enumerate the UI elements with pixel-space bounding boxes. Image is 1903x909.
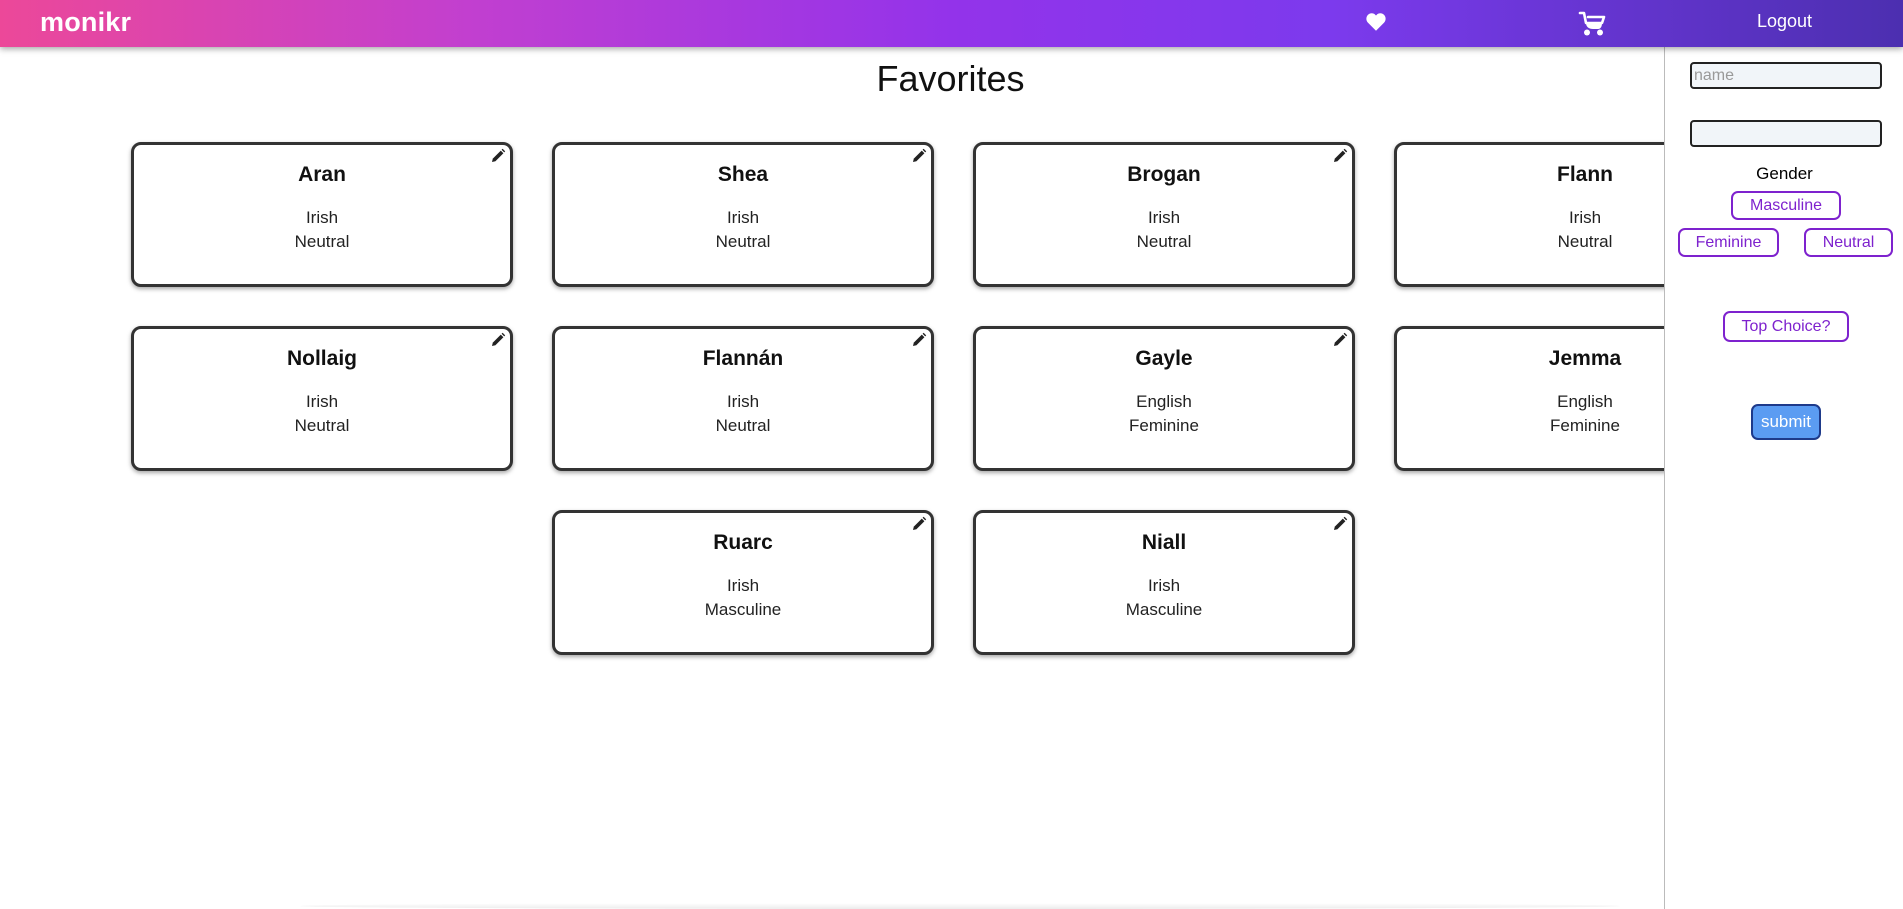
name-input[interactable] <box>1690 62 1882 89</box>
name-card[interactable]: Shea Irish Neutral <box>552 142 934 287</box>
card-gender: Neutral <box>715 232 771 251</box>
heart-icon[interactable] <box>1365 11 1387 33</box>
name-card[interactable]: Nollaig Irish Neutral <box>131 326 513 471</box>
card-gender: Neutral <box>294 232 350 251</box>
card-origin: Irish <box>1147 576 1181 595</box>
card-origin: Irish <box>305 208 339 227</box>
card-origin: Irish <box>726 576 760 595</box>
pencil-icon[interactable] <box>1332 148 1348 164</box>
card-name: Aran <box>298 163 346 186</box>
gender-neutral-button[interactable]: Neutral <box>1804 228 1893 257</box>
pencil-icon[interactable] <box>490 148 506 164</box>
top-navbar: monikr Logout <box>0 0 1903 47</box>
bottom-shadow-divider <box>300 903 1620 909</box>
card-name: Flannán <box>702 347 784 370</box>
name-card[interactable]: Niall Irish Masculine <box>973 510 1355 655</box>
name-card[interactable]: Aran Irish Neutral <box>131 142 513 287</box>
card-origin: Irish <box>305 392 339 411</box>
card-origin: Irish <box>1147 208 1181 227</box>
app-logo[interactable]: monikr <box>40 7 131 38</box>
gender-feminine-button[interactable]: Feminine <box>1678 228 1779 257</box>
edit-sidebar: Gender Masculine Feminine Neutral Top Ch… <box>1664 47 1903 909</box>
pencil-icon[interactable] <box>490 332 506 348</box>
card-name: Shea <box>717 163 769 186</box>
name-card[interactable]: Gayle English Feminine <box>973 326 1355 471</box>
gender-masculine-button[interactable]: Masculine <box>1731 191 1841 220</box>
card-name: Brogan <box>1127 163 1201 186</box>
pencil-icon[interactable] <box>911 332 927 348</box>
name-card[interactable]: Flannán Irish Neutral <box>552 326 934 471</box>
gender-label: Gender <box>1756 164 1813 183</box>
pencil-icon[interactable] <box>1332 332 1348 348</box>
card-name: Nollaig <box>286 347 357 370</box>
card-gender: Neutral <box>1136 232 1192 251</box>
submit-button[interactable]: submit <box>1751 404 1821 440</box>
card-name: Niall <box>1141 531 1187 554</box>
pencil-icon[interactable] <box>911 516 927 532</box>
logout-link[interactable]: Logout <box>1757 11 1812 32</box>
card-gender: Neutral <box>715 416 771 435</box>
card-name: Gayle <box>1135 347 1193 370</box>
card-origin: Irish <box>726 392 760 411</box>
page-title: Favorites <box>0 58 1903 100</box>
pencil-icon[interactable] <box>911 148 927 164</box>
card-gender: Masculine <box>1125 600 1203 619</box>
top-choice-button[interactable]: Top Choice? <box>1723 311 1849 342</box>
name-card[interactable]: Ruarc Irish Masculine <box>552 510 934 655</box>
card-gender: Masculine <box>704 600 782 619</box>
name-card[interactable]: Brogan Irish Neutral <box>973 142 1355 287</box>
baby-carriage-icon[interactable] <box>1578 9 1606 37</box>
card-gender: Neutral <box>294 416 350 435</box>
page-title-text: Favorites <box>876 58 1025 99</box>
card-origin: Irish <box>726 208 760 227</box>
card-name: Ruarc <box>713 531 773 554</box>
pencil-icon[interactable] <box>1332 516 1348 532</box>
secondary-input[interactable] <box>1690 120 1882 147</box>
card-gender: Feminine <box>1129 416 1199 435</box>
card-origin: English <box>1136 392 1192 411</box>
